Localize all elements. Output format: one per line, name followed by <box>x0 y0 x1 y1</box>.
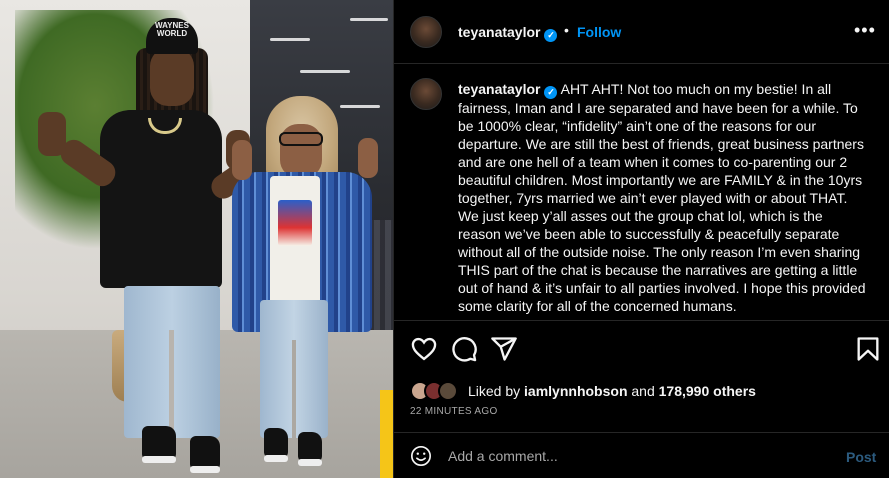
avatar[interactable] <box>438 381 458 401</box>
peace-sign-hand <box>358 138 378 178</box>
man-shirt <box>100 110 222 288</box>
liked-by-avatars[interactable] <box>410 381 464 401</box>
heart-icon[interactable] <box>410 335 438 363</box>
yellow-object <box>380 390 393 478</box>
caption-text: AHT AHT! Not too much on my bestie! In a… <box>458 81 866 314</box>
jeans-gap <box>169 330 174 438</box>
follow-button[interactable]: Follow <box>577 24 621 40</box>
sneaker-sole <box>190 466 220 473</box>
emoji-icon[interactable] <box>410 445 432 467</box>
liked-by-user[interactable]: iamlynnhobson <box>524 383 627 399</box>
likes-prefix: Liked by <box>468 383 525 399</box>
sneaker-sole <box>142 456 176 463</box>
verified-badge-icon: ✓ <box>544 29 558 42</box>
post-timestamp[interactable]: 22 MINUTES AGO <box>410 406 498 417</box>
sneaker <box>190 436 220 470</box>
caption: teyanataylor ✓ AHT AHT! Not too much on m… <box>458 80 868 315</box>
post-panel: teyanataylor ✓ • Follow ••• teyanataylor ✓… <box>393 0 889 478</box>
verified-badge-icon: ✓ <box>544 86 558 99</box>
peace-sign-hand <box>38 112 66 156</box>
cap-text: WAYNES WORLD <box>155 21 189 38</box>
likes-summary: Liked by iamlynnhobson and 178,990 other… <box>468 383 756 399</box>
jeans-gap <box>292 340 296 438</box>
comment-icon[interactable] <box>450 335 478 363</box>
tee-print <box>278 200 312 246</box>
man-face <box>150 48 194 106</box>
ceiling-light <box>340 105 380 108</box>
avatar[interactable] <box>410 78 442 110</box>
avatar[interactable] <box>410 16 442 48</box>
sneaker-sole <box>298 459 322 466</box>
likes-middle: and <box>627 383 659 399</box>
sneaker-sole <box>264 455 288 462</box>
sneaker <box>264 428 288 458</box>
comment-input[interactable] <box>448 443 808 469</box>
post-button[interactable]: Post <box>846 449 876 465</box>
ceiling-light <box>350 18 388 21</box>
ceiling-light <box>300 70 350 73</box>
action-bar: Liked by iamlynnhobson and 178,990 other… <box>394 320 889 432</box>
sneaker <box>298 432 322 462</box>
separator-dot: • <box>564 22 569 38</box>
header-username[interactable]: teyanataylor ✓ <box>458 24 558 42</box>
share-icon[interactable] <box>490 335 518 363</box>
caption-section[interactable]: teyanataylor ✓ AHT AHT! Not too much on m… <box>394 64 889 320</box>
ceiling-light <box>270 38 310 41</box>
comment-bar: Post <box>394 432 889 478</box>
sneaker <box>142 426 176 460</box>
bookmark-icon[interactable] <box>854 335 882 363</box>
post-image[interactable]: WAYNES WORLD <box>0 0 393 478</box>
glasses <box>279 132 323 146</box>
likes-count[interactable]: 178,990 others <box>659 383 756 399</box>
caption-username[interactable]: teyanataylor <box>458 81 540 97</box>
more-options-icon[interactable]: ••• <box>854 20 876 41</box>
peace-sign-hand <box>232 140 252 180</box>
post-header: teyanataylor ✓ • Follow ••• <box>394 0 889 64</box>
username-text[interactable]: teyanataylor <box>458 24 540 40</box>
